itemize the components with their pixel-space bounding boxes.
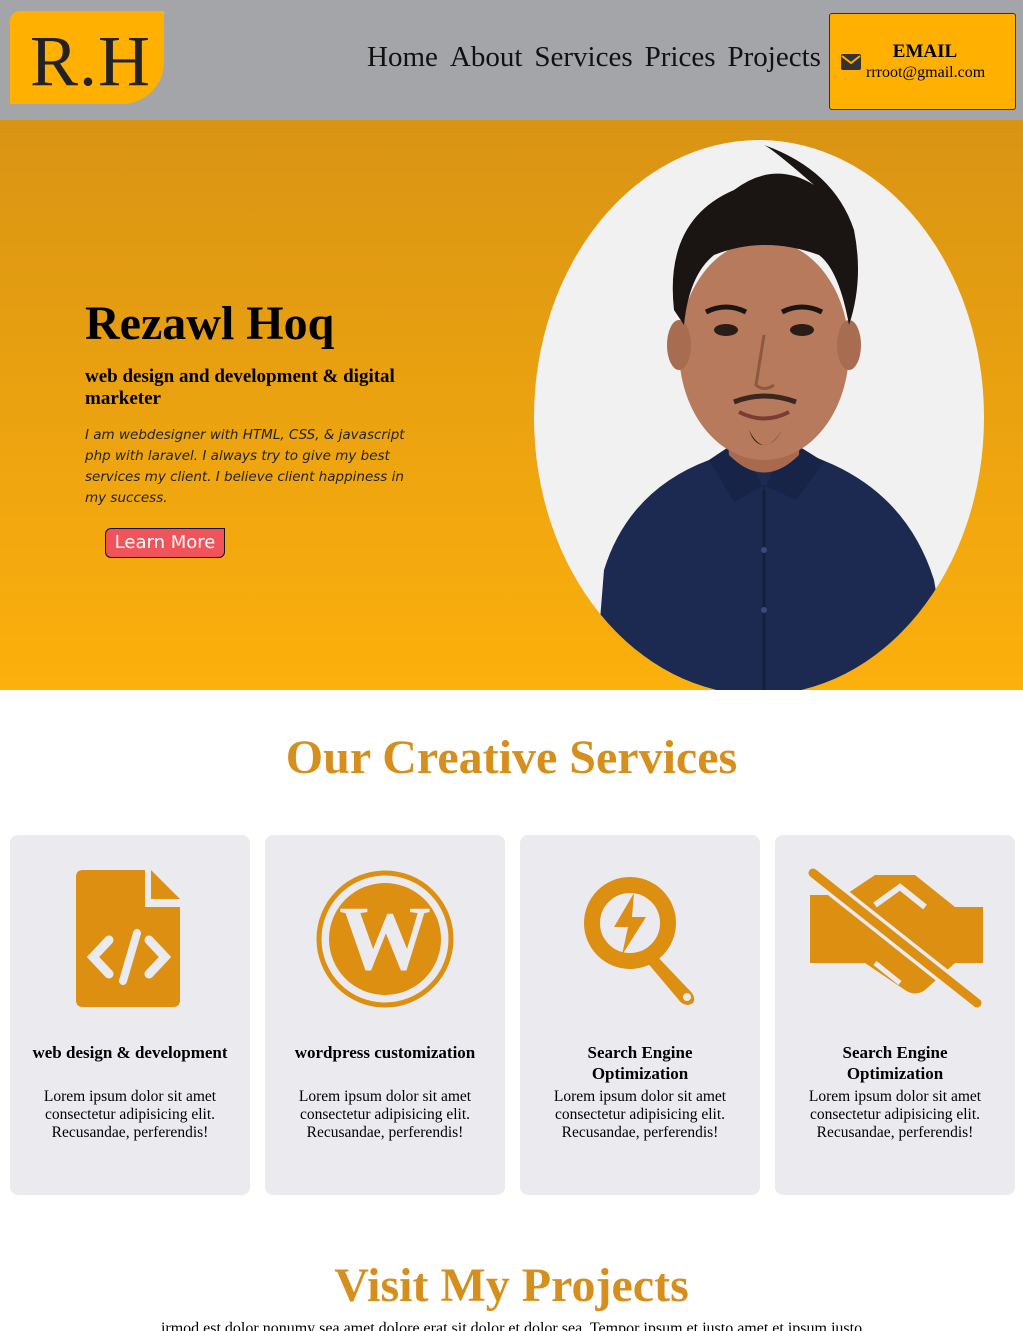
hero-section: Rezawl Hoq web design and development & … xyxy=(0,120,1023,690)
services-cards: web design & development Lorem ipsum dol… xyxy=(10,835,1015,1195)
projects-title: Visit My Projects xyxy=(334,1259,689,1312)
service-card-title: web design & development xyxy=(32,1043,228,1062)
service-card[interactable]: Search Engine Optimization Lorem ipsum d… xyxy=(520,835,760,1195)
nav-home[interactable]: Home xyxy=(367,40,438,74)
svg-text:W: W xyxy=(339,887,431,989)
service-card[interactable]: web design & development Lorem ipsum dol… xyxy=(10,835,250,1195)
nav-projects[interactable]: Projects xyxy=(728,40,821,74)
code-file-icon xyxy=(76,870,180,1007)
services-title: Our Creative Services xyxy=(285,731,738,784)
nav-services[interactable]: Services xyxy=(534,40,632,74)
portrait-image xyxy=(594,145,954,690)
learn-more-button[interactable]: Learn More xyxy=(105,528,225,558)
search-lightning-icon xyxy=(584,877,695,1005)
logo-text: R.H xyxy=(30,21,152,101)
projects-subtitle: irmod est dolor nonumy sea amet dolore e… xyxy=(160,1320,863,1331)
email-title: EMAIL xyxy=(892,41,958,62)
service-card-text: Lorem ipsum dolor sit amet consectetur a… xyxy=(298,1088,472,1141)
service-card-text: Lorem ipsum dolor sit amet consectetur a… xyxy=(808,1088,982,1141)
service-card-text: Lorem ipsum dolor sit amet consectetur a… xyxy=(553,1088,727,1141)
email-address: rrroot@gmail.com xyxy=(866,64,986,81)
service-card[interactable]: Search Engine Optimization Lorem ipsum d… xyxy=(775,835,1015,1195)
nav-prices[interactable]: Prices xyxy=(645,40,716,74)
nav-about[interactable]: About xyxy=(450,40,523,74)
wordpress-icon: W xyxy=(316,870,454,1008)
service-card-title: Search Engine Optimization xyxy=(587,1043,693,1083)
service-card[interactable]: W wordpress customization Lorem ipsum do… xyxy=(265,835,505,1195)
hero-role: web design and development & digital mar… xyxy=(85,366,395,409)
service-card-text: Lorem ipsum dolor sit amet consectetur a… xyxy=(43,1088,217,1141)
logo[interactable]: R.H xyxy=(10,11,164,104)
handshake-slash-icon xyxy=(805,865,985,1010)
service-card-title: Search Engine Optimization xyxy=(842,1043,948,1083)
hero-description: I am webdesigner with HTML, CSS, & javas… xyxy=(85,427,405,506)
site-header: R.H Home About Services Prices Projects … xyxy=(0,0,1023,120)
profile-portrait xyxy=(534,140,984,690)
service-card-title: wordpress customization xyxy=(294,1043,476,1062)
hero-name: Rezawl Hoq xyxy=(85,297,335,350)
email-contact-box[interactable]: EMAIL rrroot@gmail.com xyxy=(829,13,1016,110)
main-nav: Home About Services Prices Projects xyxy=(367,40,821,74)
